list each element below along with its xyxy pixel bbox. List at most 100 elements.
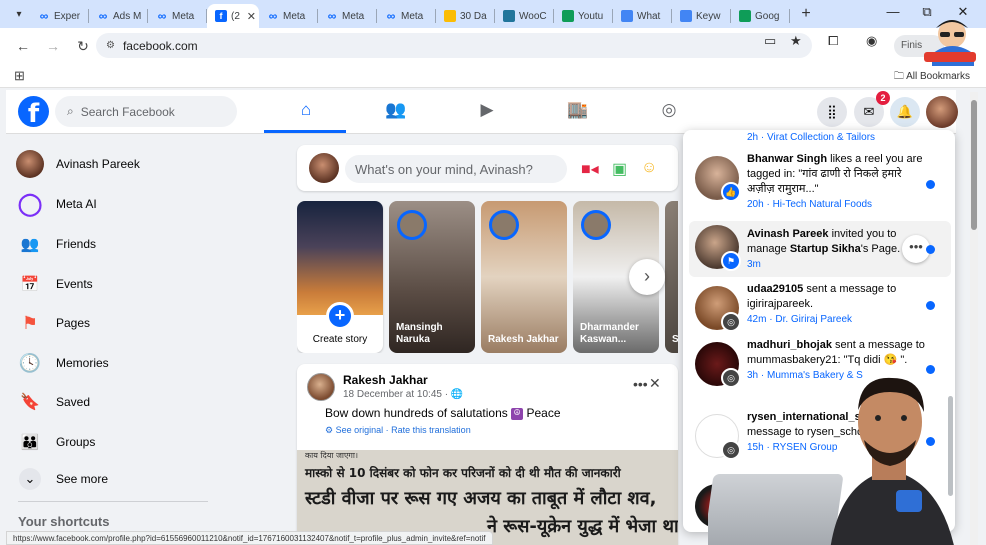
browser-tab[interactable]: f (2 ✕ xyxy=(207,4,259,28)
story-card[interactable]: S xyxy=(665,201,678,353)
avatar[interactable] xyxy=(307,373,335,401)
notification-time: 20h xyxy=(747,199,764,210)
page-scrollbar-thumb[interactable] xyxy=(971,100,977,230)
browser-tab[interactable]: ∞ Meta xyxy=(259,4,318,28)
apps-grid-icon[interactable]: ⊞ xyxy=(14,68,25,84)
sidebar-item-pages[interactable]: ⚑ Pages xyxy=(16,307,276,339)
channel-logo xyxy=(924,20,976,66)
video-nav-icon[interactable]: ▶ xyxy=(467,100,507,124)
meta-icon: ∞ xyxy=(157,9,167,23)
tab-label: Youtu xyxy=(578,10,604,22)
photo-video-icon[interactable]: ▣ xyxy=(612,159,627,179)
address-bar[interactable]: ⚙ facebook.com xyxy=(96,33,812,58)
browser-tab[interactable]: ∞ Exper xyxy=(30,4,89,28)
browser-tab[interactable]: Keyw xyxy=(672,4,731,28)
forward-button[interactable]: → xyxy=(40,38,66,54)
chevron-right-icon: › xyxy=(644,266,650,286)
messenger-button[interactable]: ✉ 2 xyxy=(854,91,890,127)
story-name: Mansingh Naruka xyxy=(396,322,443,345)
facebook-search-input[interactable]: ⌕ Search Facebook xyxy=(55,96,237,127)
account-avatar[interactable] xyxy=(926,96,958,128)
live-video-icon[interactable]: ■◂ xyxy=(581,159,599,179)
notification-item[interactable]: 👍 Bhanwar Singh likes a reel you are tag… xyxy=(689,152,951,216)
create-story-card[interactable]: + Create story xyxy=(297,201,383,353)
saved-icon: 🔖 xyxy=(20,394,40,411)
browser-tab[interactable]: ∞ Ads M xyxy=(89,4,148,28)
avatar[interactable] xyxy=(309,153,339,183)
bookmark-star-icon[interactable]: ★ xyxy=(790,33,802,49)
presenter-image xyxy=(830,377,954,545)
browser-tab[interactable]: ∞ Meta xyxy=(148,4,207,28)
extensions-icon[interactable]: ⧠ xyxy=(828,33,838,49)
browser-tab[interactable]: Youtu xyxy=(554,4,613,28)
tab-list: ∞ Exper ∞ Ads M ∞ Meta f (2 ✕ ∞ Meta ∞ Meta ∞ Meta 30 D… xyxy=(30,0,790,28)
tab-label: WooC xyxy=(519,10,547,22)
bookmarks-bar: ⊞ 🗀 All Bookmarks xyxy=(0,64,986,88)
notification-time: 2h xyxy=(747,132,759,143)
browser-tab[interactable]: ∞ Meta xyxy=(318,4,377,28)
browser-tab[interactable]: What xyxy=(613,4,672,28)
home-icon[interactable]: ⌂ xyxy=(286,100,326,124)
cast-icon[interactable]: ▭ xyxy=(764,33,776,49)
sidebar-item-saved[interactable]: 🔖 Saved xyxy=(16,386,276,418)
profile-extension-icon[interactable]: ◉ xyxy=(866,33,877,49)
tab-label: Goog xyxy=(755,10,780,22)
sidebar-item-label: Meta AI xyxy=(56,197,97,211)
tab-label: 30 Da xyxy=(460,10,487,22)
tab-search-button[interactable]: ▾ xyxy=(8,3,30,25)
post-options-button[interactable]: ••• xyxy=(633,376,648,392)
chevron-down-icon: ⌄ xyxy=(19,468,41,490)
avatar xyxy=(397,210,427,240)
notification-actor: Bhanwar Singh xyxy=(747,153,828,165)
post-hide-button[interactable]: ✕ xyxy=(649,375,661,392)
browser-tab[interactable]: WooC xyxy=(495,4,554,28)
composer-input[interactable]: What's on your mind, Avinash? xyxy=(345,155,567,183)
pages-icon: ⚑ xyxy=(21,312,39,333)
browser-tab[interactable]: Goog xyxy=(731,4,790,28)
unread-dot xyxy=(926,180,935,189)
separator: · xyxy=(385,425,389,435)
browser-tab[interactable]: ∞ Meta xyxy=(377,4,436,28)
notifications-button[interactable]: 🔔 xyxy=(890,97,920,127)
story-card[interactable]: Rakesh Jakhar xyxy=(481,201,567,353)
notification-item[interactable]: ⚑ Avinash Pareek invited you to manage S… xyxy=(689,221,951,277)
close-tab-icon[interactable]: ✕ xyxy=(247,10,256,23)
rate-translation-link[interactable]: Rate this translation xyxy=(391,425,471,435)
back-button[interactable]: ← xyxy=(10,38,36,54)
post-date[interactable]: 18 December at 10:45 · 🌐 xyxy=(343,389,463,400)
stories-next-button[interactable]: › xyxy=(629,259,665,295)
all-bookmarks-button[interactable]: 🗀 All Bookmarks xyxy=(894,69,970,86)
site-settings-icon[interactable]: ⚙ xyxy=(106,40,115,51)
gaming-nav-icon[interactable]: ◎ xyxy=(649,100,689,124)
globe-icon: 🌐 xyxy=(450,389,464,400)
wordpress-icon xyxy=(503,10,515,22)
marketplace-nav-icon[interactable]: 🏬 xyxy=(558,100,598,124)
feeling-icon[interactable]: ☺ xyxy=(641,159,657,177)
facebook-logo-icon[interactable]: f xyxy=(18,96,49,127)
sidebar-item-avinash-pareek[interactable]: Avinash Pareek xyxy=(16,148,276,180)
translation-links: ⚙ See original · Rate this translation xyxy=(325,425,471,436)
sidebar-item-see-more[interactable]: ⌄ See more xyxy=(16,463,276,495)
like-icon: 👍 xyxy=(721,182,741,202)
post-author[interactable]: Rakesh Jakhar xyxy=(343,373,428,387)
sidebar-item-memories[interactable]: 🕓 Memories xyxy=(16,347,276,379)
reload-button[interactable]: ↻ xyxy=(70,38,96,55)
sidebar-item-groups[interactable]: 👪 Groups xyxy=(16,426,276,458)
post-date-text: 18 December at 10:45 xyxy=(343,389,442,400)
minimize-button[interactable]: — xyxy=(876,4,910,19)
events-icon: 📅 xyxy=(20,276,40,293)
friends-nav-icon[interactable]: 👥 xyxy=(376,100,416,124)
story-name: Rakesh Jakhar xyxy=(488,334,559,345)
plus-icon: + xyxy=(326,302,354,330)
messenger-badge: 2 xyxy=(876,91,890,105)
story-card[interactable]: Mansingh Naruka xyxy=(389,201,475,353)
menu-grid-button[interactable]: ⣿ xyxy=(817,97,847,127)
notification-item[interactable]: 2h · Virat Collection & Tailors xyxy=(689,130,951,144)
notification-item[interactable]: ◎ udaa29105 sent a message to igirirajpa… xyxy=(689,282,951,342)
sidebar-item-events[interactable]: 📅 Events xyxy=(16,268,276,300)
see-original-link[interactable]: See original xyxy=(336,425,384,435)
sidebar-item-friends[interactable]: 👥 Friends xyxy=(16,228,276,260)
sidebar-item-meta-ai[interactable]: ◯ Meta AI xyxy=(16,188,276,220)
new-tab-button[interactable]: + xyxy=(794,5,818,23)
browser-tab[interactable]: 30 Da xyxy=(436,4,495,28)
